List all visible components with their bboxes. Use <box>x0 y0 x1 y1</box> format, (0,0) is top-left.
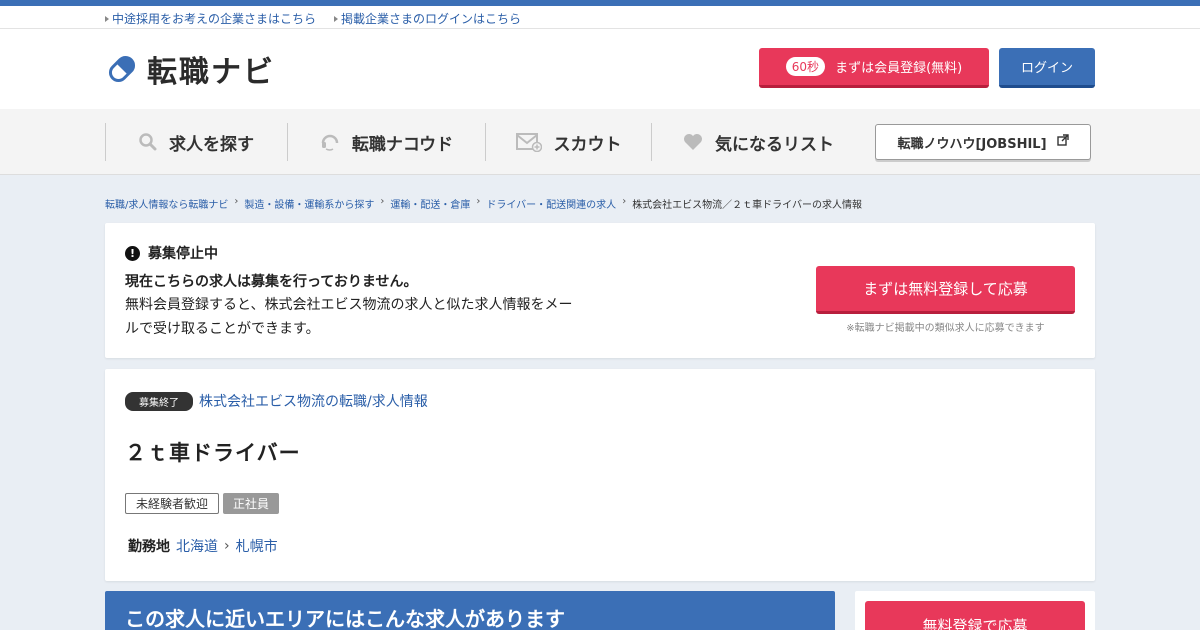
sixty-seconds-badge: 60秒 <box>785 57 826 76</box>
nav-favorites[interactable]: 気になるリスト <box>651 123 865 161</box>
logo-mark-icon <box>105 52 139 86</box>
corporate-login-link[interactable]: 掲載企業さまのログインはこちら <box>334 10 521 27</box>
sidebar: 無料登録で応募 <box>855 591 1095 630</box>
main-content: 転職/求人情報なら転職ナビ › 製造・設備・運輸系から探す › 運輸・配送・倉庫… <box>105 175 1095 630</box>
register-and-apply-button[interactable]: まずは無料登録して応募 <box>816 266 1075 314</box>
status-badge: 募集終了 <box>125 391 193 411</box>
chevron-right-icon: › <box>380 196 385 207</box>
nav-nakoudo[interactable]: 転職ナコウド <box>287 123 485 161</box>
corporate-recruit-link[interactable]: 中途採用をお考えの企業さまはこちら <box>105 10 316 27</box>
tag-inexperienced-welcome: 未経験者歓迎 <box>125 493 220 514</box>
location-label: 勤務地 <box>128 539 170 555</box>
site-logo[interactable]: 転職ナビ <box>105 47 275 91</box>
nav-scout[interactable]: スカウト <box>485 123 651 161</box>
breadcrumb-item[interactable]: 製造・設備・運輸系から探す <box>244 196 374 211</box>
company-link[interactable]: 株式会社エビス物流の転職/求人情報 <box>199 391 428 411</box>
tag-employment-type: 正社員 <box>223 493 280 514</box>
chevron-right-icon: › <box>224 538 230 554</box>
exclamation-icon: ! <box>125 245 140 261</box>
logo-text: 転職ナビ <box>147 55 275 90</box>
caret-right-icon <box>334 15 339 22</box>
external-link-icon <box>1056 134 1069 150</box>
jobshil-button[interactable]: 転職ノウハウ[JOBSHIL] <box>875 124 1091 160</box>
nav-job-search[interactable]: 求人を探す <box>105 123 287 161</box>
notice-description: 無料会員登録すると、株式会社エビス物流の求人と似た求人情報をメールで受け取ること… <box>125 297 573 337</box>
sidebar-apply-button[interactable]: 無料登録で応募 <box>865 601 1085 630</box>
job-title: ２ｔ車ドライバー <box>125 441 301 465</box>
breadcrumb-item[interactable]: 運輸・配送・倉庫 <box>390 196 470 211</box>
chevron-right-icon: › <box>234 196 239 207</box>
utility-bar: 中途採用をお考えの企業さまはこちら 掲載企業さまのログインはこちら <box>0 6 1200 29</box>
headset-icon <box>320 132 340 152</box>
search-icon <box>139 133 157 151</box>
apply-note: ※転職ナビ掲載中の類似求人に応募できます <box>846 323 1045 334</box>
notice-heading: 募集停止中 <box>148 246 218 262</box>
global-nav: 求人を探す 転職ナコウド スカウト 気になるリスト 転職ノウハウ[JOBSHIL… <box>0 109 1200 175</box>
breadcrumb: 転職/求人情報なら転職ナビ › 製造・設備・運輸系から探す › 運輸・配送・倉庫… <box>105 175 1095 223</box>
chevron-right-icon: › <box>476 196 481 207</box>
chevron-right-icon: › <box>622 196 627 207</box>
login-button[interactable]: ログイン <box>999 48 1095 88</box>
recruitment-stopped-notice: ! 募集停止中 現在こちらの求人は募集を行っておりません。 無料会員登録すると、… <box>105 223 1095 358</box>
heart-icon <box>683 133 703 151</box>
nearby-jobs-heading: この求人に近いエリアにはこんな求人があります <box>105 591 835 630</box>
register-button[interactable]: 60秒 まずは会員登録(無料) <box>759 48 989 88</box>
location-city-link[interactable]: 札幌市 <box>236 536 278 556</box>
caret-right-icon <box>105 15 109 22</box>
work-location: 勤務地 北海道 › 札幌市 <box>125 536 1075 556</box>
breadcrumb-item[interactable]: ドライバー・配送関連の求人 <box>486 196 616 211</box>
breadcrumb-current: 株式会社エビス物流／２ｔ車ドライバーの求人情報 <box>632 200 862 211</box>
mail-icon <box>515 132 542 152</box>
site-header: 転職ナビ 60秒 まずは会員登録(無料) ログイン <box>0 29 1200 109</box>
location-prefecture-link[interactable]: 北海道 <box>176 536 218 556</box>
job-summary-card: 募集終了 株式会社エビス物流の転職/求人情報 ２ｔ車ドライバー 未経験者歓迎 正… <box>105 369 1095 581</box>
breadcrumb-item[interactable]: 転職/求人情報なら転職ナビ <box>105 196 228 211</box>
